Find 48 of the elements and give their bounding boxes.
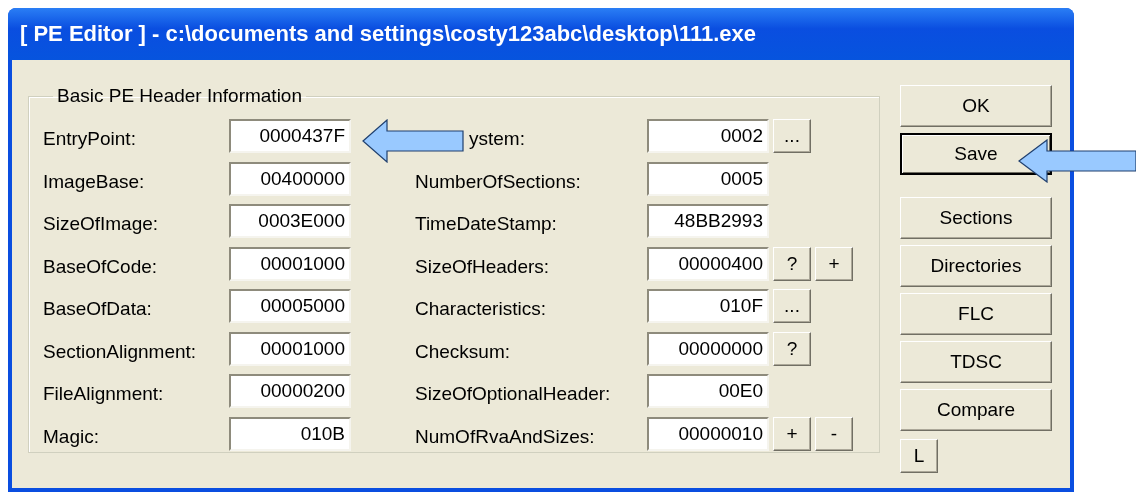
field-label: BaseOfData:	[43, 297, 153, 320]
field-label: NumOfRvaAndSizes:	[415, 424, 596, 448]
small-button[interactable]: ?	[773, 246, 811, 281]
field-label: SizeOfImage:	[43, 212, 160, 235]
dialog-button[interactable]: TDSC	[900, 341, 1052, 383]
input-field[interactable]: 00400000	[229, 161, 351, 196]
field-label: SizeOfHeaders:	[415, 254, 551, 278]
small-button[interactable]: -	[815, 416, 853, 451]
field-label: SizeOfOptionalHeader:	[415, 382, 612, 405]
input-field[interactable]: 00005000	[229, 289, 351, 323]
field-label: NumberOfSections:	[415, 169, 582, 193]
dialog-button[interactable]: Compare	[900, 389, 1052, 431]
field-label: ystem:	[468, 127, 526, 150]
field-label: TimeDateStamp:	[415, 212, 558, 235]
input-field[interactable]: 010F	[647, 289, 769, 323]
field-label: EntryPoint:	[43, 127, 137, 150]
input-field[interactable]: 00E0	[647, 374, 769, 408]
input-field[interactable]: 00000010	[647, 416, 769, 451]
input-field[interactable]: 0002	[647, 119, 769, 153]
field-label: BaseOfCode:	[43, 254, 159, 278]
field-label: ImageBase:	[43, 169, 146, 193]
input-field[interactable]: 00001000	[229, 246, 351, 281]
group-title: Basic PE Header Information	[56, 85, 303, 107]
input-field[interactable]: 00000000	[647, 331, 769, 366]
dialog-button[interactable]: Directories	[900, 245, 1052, 287]
small-button[interactable]: +	[773, 416, 811, 451]
input-field[interactable]: 00000400	[647, 246, 769, 281]
dialog-button[interactable]: Sections	[900, 197, 1052, 239]
field-label: SectionAlignment:	[43, 339, 198, 363]
field-label: Checksum:	[415, 339, 512, 363]
input-field[interactable]: 0005	[647, 161, 769, 196]
small-button[interactable]: ?	[773, 331, 811, 366]
input-field[interactable]: 0000437F	[229, 119, 351, 153]
input-field[interactable]: 00001000	[229, 331, 351, 366]
field-label: FileAlignment:	[43, 382, 165, 405]
window-title: [ PE Editor ] - c:\documents and settings\costy123abc\desktop\111.exe	[8, 8, 1074, 60]
small-button[interactable]: L	[900, 439, 938, 473]
input-field[interactable]: 48BB2993	[647, 204, 769, 238]
small-button[interactable]: ...	[773, 119, 811, 153]
dialog-button[interactable]: FLC	[900, 293, 1052, 335]
input-field[interactable]: 010B	[229, 416, 351, 451]
field-label: Characteristics:	[415, 297, 547, 320]
input-field[interactable]: 00000200	[229, 374, 351, 408]
small-button[interactable]: +	[815, 246, 853, 281]
small-button[interactable]: ...	[773, 289, 811, 323]
field-label: Magic:	[43, 424, 100, 448]
input-field[interactable]: 0003E000	[229, 204, 351, 238]
dialog-button[interactable]: OK	[900, 85, 1052, 127]
